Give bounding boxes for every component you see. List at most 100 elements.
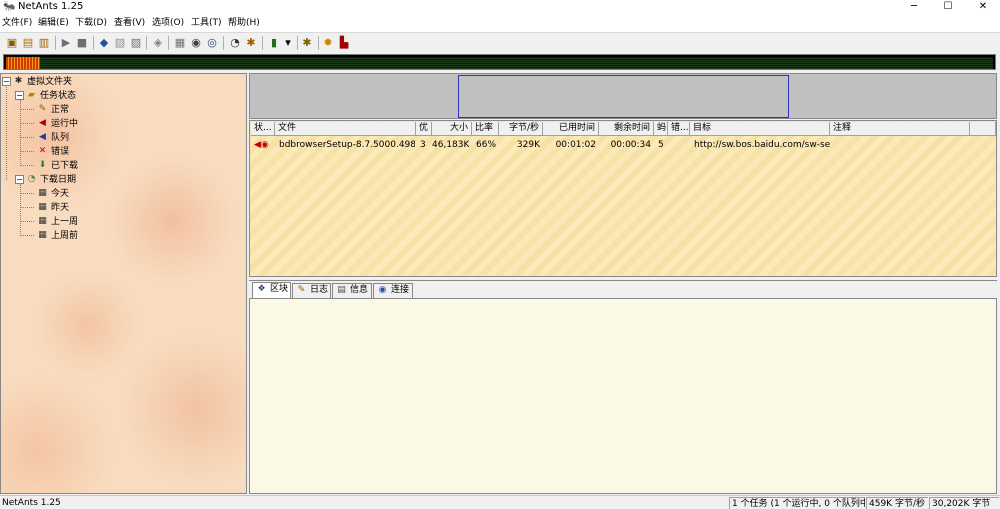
menu-edit[interactable]: 编辑(E) xyxy=(38,18,69,29)
collapse-icon[interactable]: − xyxy=(2,77,11,86)
menu-options[interactable]: 选项(O) xyxy=(152,18,184,29)
menu-download[interactable]: 下载(D) xyxy=(75,18,107,29)
downloaded-icon: ⬇ xyxy=(38,160,47,170)
tree-item-label: 昨天 xyxy=(51,203,70,213)
start-icon[interactable]: ▶ xyxy=(59,36,73,50)
column-header-errors[interactable]: 错... xyxy=(668,122,690,136)
maximize-button[interactable]: ☐ xyxy=(931,0,965,14)
ant-icon[interactable]: ✱ xyxy=(244,36,258,50)
column-header-priority[interactable]: 优 xyxy=(416,122,432,136)
ant-icon[interactable]: ✱ xyxy=(300,36,314,50)
connect-icon[interactable]: ◎ xyxy=(205,36,219,50)
graph-selection-box xyxy=(458,75,789,118)
cell-elapsed: 00:01:02 xyxy=(555,140,596,150)
menu-help[interactable]: 帮助(H) xyxy=(228,18,260,29)
tree-line xyxy=(20,151,34,152)
toolbar-separator xyxy=(55,36,56,50)
tab-blocks[interactable]: ❖ 区块 xyxy=(252,282,291,299)
status-total-bytes: 30,202K 字节 xyxy=(929,497,999,509)
menu-tools[interactable]: 工具(T) xyxy=(191,18,222,29)
tab-connection[interactable]: ◉ 连接 xyxy=(373,283,413,298)
options-icon[interactable]: ▦ xyxy=(173,36,187,50)
progress-track xyxy=(40,57,993,69)
tree-item-downloaded[interactable]: ⬇ 已下载 xyxy=(37,160,78,173)
close-button[interactable]: ✕ xyxy=(966,0,1000,14)
schedule-icon[interactable]: ◔ xyxy=(228,36,242,50)
tree-group-download-date[interactable]: − ◔ 下载日期 xyxy=(15,174,76,187)
tree-item-label: 队列 xyxy=(51,133,70,143)
menu-file[interactable]: 文件(F) xyxy=(2,18,32,29)
column-header-notes[interactable]: 注释 xyxy=(830,122,970,136)
tree-item-label: 错误 xyxy=(51,147,70,157)
tab-info[interactable]: ▤ 信息 xyxy=(332,283,372,298)
column-header-speed[interactable]: 字节/秒 xyxy=(499,122,543,136)
tree-item-error[interactable]: ✕ 错误 xyxy=(37,146,69,159)
move-up-icon[interactable]: ◆ xyxy=(97,36,111,50)
monitor-icon[interactable]: ◈ xyxy=(151,36,165,50)
stop-icon[interactable]: ■ xyxy=(75,36,89,50)
column-header-size[interactable]: 大小 xyxy=(432,122,472,136)
tab-label: 区块 xyxy=(270,284,289,294)
calendar-icon: ▦ xyxy=(38,202,47,212)
log-icon: ✎ xyxy=(297,285,306,295)
new-task-icon[interactable]: ▣ xyxy=(5,36,19,50)
netants-icon: 🐜 xyxy=(3,1,16,12)
collapse-icon[interactable]: − xyxy=(15,175,24,184)
tab-label: 连接 xyxy=(391,285,410,295)
ant-folder-icon: ✱ xyxy=(14,76,23,86)
calendar-icon: ▦ xyxy=(38,188,47,198)
tree-line xyxy=(6,87,7,180)
folder-icon: ▰ xyxy=(28,90,35,100)
tree-item-yesterday[interactable]: ▦ 昨天 xyxy=(37,202,69,215)
open-folder-icon[interactable]: ▥ xyxy=(37,36,51,50)
info-icon: ▤ xyxy=(337,285,346,295)
status-task-count: 1 个任务 (1 个运行中, 0 个队列中) xyxy=(729,497,865,509)
column-header-remaining[interactable]: 剩余时间 xyxy=(599,122,654,136)
column-header-file[interactable]: 文件 xyxy=(275,122,416,136)
delete-icon[interactable]: ▧ xyxy=(113,36,127,50)
column-header-ants[interactable]: 蚂 xyxy=(654,122,668,136)
gear-icon[interactable]: ✹ xyxy=(321,36,335,50)
traffic-light-icon[interactable]: ▮ xyxy=(267,36,281,50)
window-title: NetAnts 1.25 xyxy=(18,1,84,12)
tree-item-today[interactable]: ▦ 今天 xyxy=(37,188,69,201)
toolbar-separator xyxy=(297,36,298,50)
tree-item-running[interactable]: ◀ 运行中 xyxy=(37,118,78,131)
cell-errors xyxy=(672,139,690,152)
exit-icon[interactable]: ▙ xyxy=(337,36,351,50)
tree-line xyxy=(20,165,34,166)
properties-icon[interactable]: ▨ xyxy=(129,36,143,50)
folder-tree: − ✱ 虚拟文件夹 − ▰ 任务状态 ✎ 正常 ◀ 运行中 ◀ 队列 ✕ 错误 ⬇ 已下载 − ◔ 下… xyxy=(0,73,247,494)
tree-root-label: 虚拟文件夹 xyxy=(27,77,73,87)
tab-label: 日志 xyxy=(310,285,329,295)
dropdown-arrow-icon[interactable]: ▾ xyxy=(281,36,295,50)
minimize-button[interactable]: ─ xyxy=(897,0,931,14)
tree-item-label: 上一周 xyxy=(51,217,79,227)
task-list-table: 状... 文件 优 大小 比率 字节/秒 已用时间 剩余时间 蚂 错... 目标… xyxy=(249,120,997,277)
tree-item-last-week[interactable]: ▦ 上一周 xyxy=(37,216,78,229)
toolbar-separator xyxy=(262,36,263,50)
column-header-target[interactable]: 目标 xyxy=(690,122,830,136)
blocks-icon: ❖ xyxy=(257,284,266,294)
add-batch-icon[interactable]: ▤ xyxy=(21,36,35,50)
tree-item-before-last-week[interactable]: ▦ 上周前 xyxy=(37,230,78,243)
running-icon: ◀◉ xyxy=(254,140,269,150)
tree-root[interactable]: − ✱ 虚拟文件夹 xyxy=(2,76,72,89)
tree-item-normal[interactable]: ✎ 正常 xyxy=(37,104,69,117)
globe-icon[interactable]: ◉ xyxy=(189,36,203,50)
tree-item-label: 已下载 xyxy=(51,161,79,171)
tree-item-queue[interactable]: ◀ 队列 xyxy=(37,132,69,145)
tab-log[interactable]: ✎ 日志 xyxy=(292,283,331,298)
tree-group-task-status[interactable]: − ▰ 任务状态 xyxy=(15,90,76,103)
column-header-ratio[interactable]: 比率 xyxy=(472,122,499,136)
tree-group-label: 下载日期 xyxy=(40,175,77,185)
column-header-status[interactable]: 状... xyxy=(251,122,275,136)
tree-line xyxy=(20,235,34,236)
column-header-elapsed[interactable]: 已用时间 xyxy=(543,122,599,136)
cell-remaining: 00:00:34 xyxy=(610,140,651,150)
blocks-detail-panel xyxy=(249,298,997,494)
menu-view[interactable]: 查看(V) xyxy=(114,18,145,29)
connection-icon: ◉ xyxy=(378,285,387,295)
collapse-icon[interactable]: − xyxy=(15,91,24,100)
tree-line xyxy=(20,123,34,124)
